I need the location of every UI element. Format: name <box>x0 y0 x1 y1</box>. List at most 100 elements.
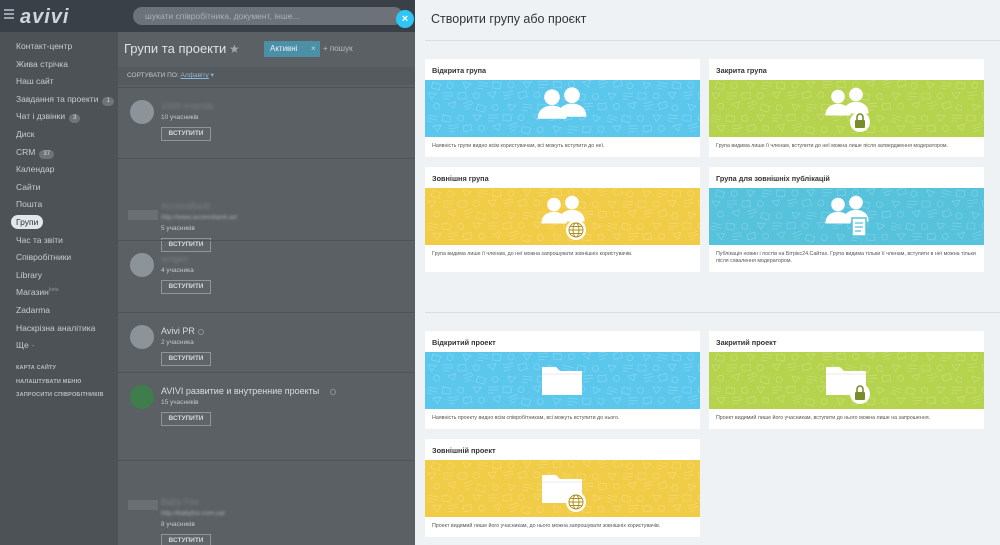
filter-remove-icon[interactable]: × <box>311 41 316 57</box>
card-title: Відкритий проект <box>432 338 496 347</box>
card-description: Публікація новин і постів на Бітрікс24.С… <box>716 251 976 264</box>
sidebar-item[interactable]: Наскрізна аналітика <box>16 323 95 333</box>
group-row: Avivi PR 2 учасника ВСТУПИТИ <box>118 312 415 372</box>
sort-label: СОРТУВАТИ ПО: <box>127 72 179 79</box>
beta-badge: beta <box>48 287 59 294</box>
group-avatar[interactable] <box>130 385 154 409</box>
divider <box>118 240 415 241</box>
group-row: AccessBank http://www.accessbank.az/5 уча… <box>118 158 415 252</box>
divider <box>425 40 1000 41</box>
group-url[interactable]: http://www.accessbank.az/ <box>161 214 238 221</box>
sidebar-item[interactable]: Library <box>16 270 42 280</box>
card-description: Проект видимий лише його учасникам, всту… <box>716 415 931 421</box>
close-panel-button[interactable]: × <box>396 10 414 28</box>
sidebar-item[interactable]: CRM 37 <box>16 146 55 159</box>
sidebar-item-label: Zadarma <box>16 305 51 315</box>
member-count: 5 учасників <box>161 225 195 232</box>
card-description: Група видима лише її членам, до неї можн… <box>432 251 633 257</box>
card-description: Група видима лише її членам, вступити до… <box>716 143 949 149</box>
more-arrow-icon: · <box>31 340 35 351</box>
group-avatar[interactable] <box>130 100 154 124</box>
divider <box>118 372 415 373</box>
sidebar-footer-link[interactable]: ЗАПРОСИТИ СПІВРОБІТНИКІВ <box>16 392 104 398</box>
sidebar-item[interactable]: Пошта <box>16 199 42 209</box>
sidebar-item[interactable]: Ще · <box>16 340 35 350</box>
card-description: Проект видимий лише його учасникам, до н… <box>432 523 661 529</box>
sidebar-item[interactable]: Сайти <box>16 182 40 192</box>
group-logo[interactable] <box>128 500 158 510</box>
status-circle-icon <box>198 329 204 335</box>
sidebar-item[interactable]: Контакт-центр <box>16 41 72 51</box>
divider <box>425 312 1000 313</box>
sidebar-item[interactable]: Групи <box>11 215 44 229</box>
global-search-input[interactable]: шукати співробітника, документ, інше... <box>133 7 403 25</box>
sidebar-item-label: Групи <box>16 217 39 227</box>
groups-search-input[interactable]: + пошук <box>323 41 353 57</box>
logo[interactable]: avivi <box>20 6 69 29</box>
card-title: Закрита група <box>716 66 767 75</box>
card-title: Закритий проект <box>716 338 777 347</box>
create-option-card[interactable]: Закритий проект Проект видимий лише його … <box>709 331 984 429</box>
join-button[interactable]: ВСТУПИТИ <box>161 534 211 545</box>
sidebar-item-label: Співробітники <box>16 252 72 263</box>
sidebar-item-label: Library <box>16 269 42 280</box>
create-option-card[interactable]: Відкритий проект Наявність проекту видно … <box>425 331 700 429</box>
sort-value[interactable]: Алфавіту <box>181 72 209 79</box>
sidebar-item[interactable]: Співробітники <box>16 252 71 262</box>
join-button[interactable]: ВСТУПИТИ <box>161 127 211 141</box>
sidebar-item[interactable]: Календар <box>16 164 54 174</box>
group-row: Baby Fox http://babyfox.com.ua/8 учасникі… <box>118 460 415 545</box>
group-row: amgen 4 учасника ВСТУПИТИ <box>118 240 415 312</box>
member-count: 8 учасників <box>161 521 195 528</box>
card-description: Наявність групи видно всім користувачам,… <box>432 143 605 149</box>
menu-icon[interactable] <box>4 9 14 21</box>
create-option-card[interactable]: Закрита група Група видима лише її членам… <box>709 59 984 157</box>
group-globe-icon <box>541 195 586 240</box>
group-lock-icon <box>825 87 870 132</box>
card-title: Група для зовнішніх публікацій <box>716 174 830 183</box>
group-avatar[interactable] <box>130 253 154 277</box>
group-name[interactable]: AVIVI развитие и внутренние проекты <box>161 386 319 396</box>
group-name[interactable]: amgen <box>161 254 189 264</box>
divider <box>118 312 415 313</box>
favorite-star-icon[interactable]: ★ <box>229 42 240 56</box>
group-name[interactable]: AccessBank <box>161 201 211 211</box>
sidebar-item-label: CRM <box>16 146 36 157</box>
group-name[interactable]: Avivi PR <box>161 326 195 336</box>
sidebar-item[interactable]: Чат і дзвінки 3 <box>16 111 81 124</box>
group-url[interactable]: http://babyfox.com.ua/ <box>161 510 225 517</box>
group-icon <box>537 87 587 119</box>
create-option-card[interactable]: Зовнішній проект Проект видимий лише його… <box>425 439 700 537</box>
join-button[interactable]: ВСТУПИТИ <box>161 352 211 366</box>
sidebar-item[interactable]: Zadarma <box>16 305 50 315</box>
card-title: Зовнішній проект <box>432 446 496 455</box>
folder-icon <box>542 367 582 395</box>
sidebar-item-label: Наскрізна аналітика <box>16 322 96 333</box>
sidebar-footer-link[interactable]: КАРТА САЙТУ <box>16 365 56 371</box>
sidebar-footer-link[interactable]: НАЛАШТУВАТИ МЕНЮ <box>16 379 81 385</box>
join-button[interactable]: ВСТУПИТИ <box>161 280 211 294</box>
create-option-card[interactable]: Зовнішня група Група видима лише її члена… <box>425 167 700 272</box>
sidebar-item[interactable]: Жива стрічка <box>16 59 68 69</box>
group-name[interactable]: 1000 платків <box>161 101 213 111</box>
sidebar-item-label: Календар <box>16 164 55 175</box>
member-count: 10 учасників <box>161 114 199 121</box>
group-name[interactable]: Baby Fox <box>161 497 199 507</box>
join-button[interactable]: ВСТУПИТИ <box>161 412 211 426</box>
left-sidebar: Контакт-центр Жива стрічка Наш сайт Завданн… <box>0 32 118 545</box>
group-logo[interactable] <box>128 210 158 220</box>
divider <box>118 460 415 461</box>
group-avatar[interactable] <box>130 325 154 349</box>
sidebar-item[interactable]: Наш сайт <box>16 76 54 86</box>
create-option-card[interactable]: Група для зовнішніх публікацій Публікація… <box>709 167 984 272</box>
sidebar-item-label: Пошта <box>16 199 43 210</box>
card-title: Відкрита група <box>432 66 487 75</box>
sidebar-item[interactable]: Магазинbeta <box>16 287 59 297</box>
folder-lock-icon <box>826 367 870 404</box>
sidebar-item[interactable]: Диск <box>16 129 34 139</box>
card-banner <box>709 188 984 245</box>
sidebar-item[interactable]: Завдання та проекти 1 <box>16 94 114 106</box>
sidebar-item[interactable]: Час та звіти <box>16 235 63 245</box>
groups-list-area: Групи та проекти ★ Активні × + пошук СОР… <box>118 32 415 545</box>
create-option-card[interactable]: Відкрита група Наявність групи видно всім… <box>425 59 700 157</box>
